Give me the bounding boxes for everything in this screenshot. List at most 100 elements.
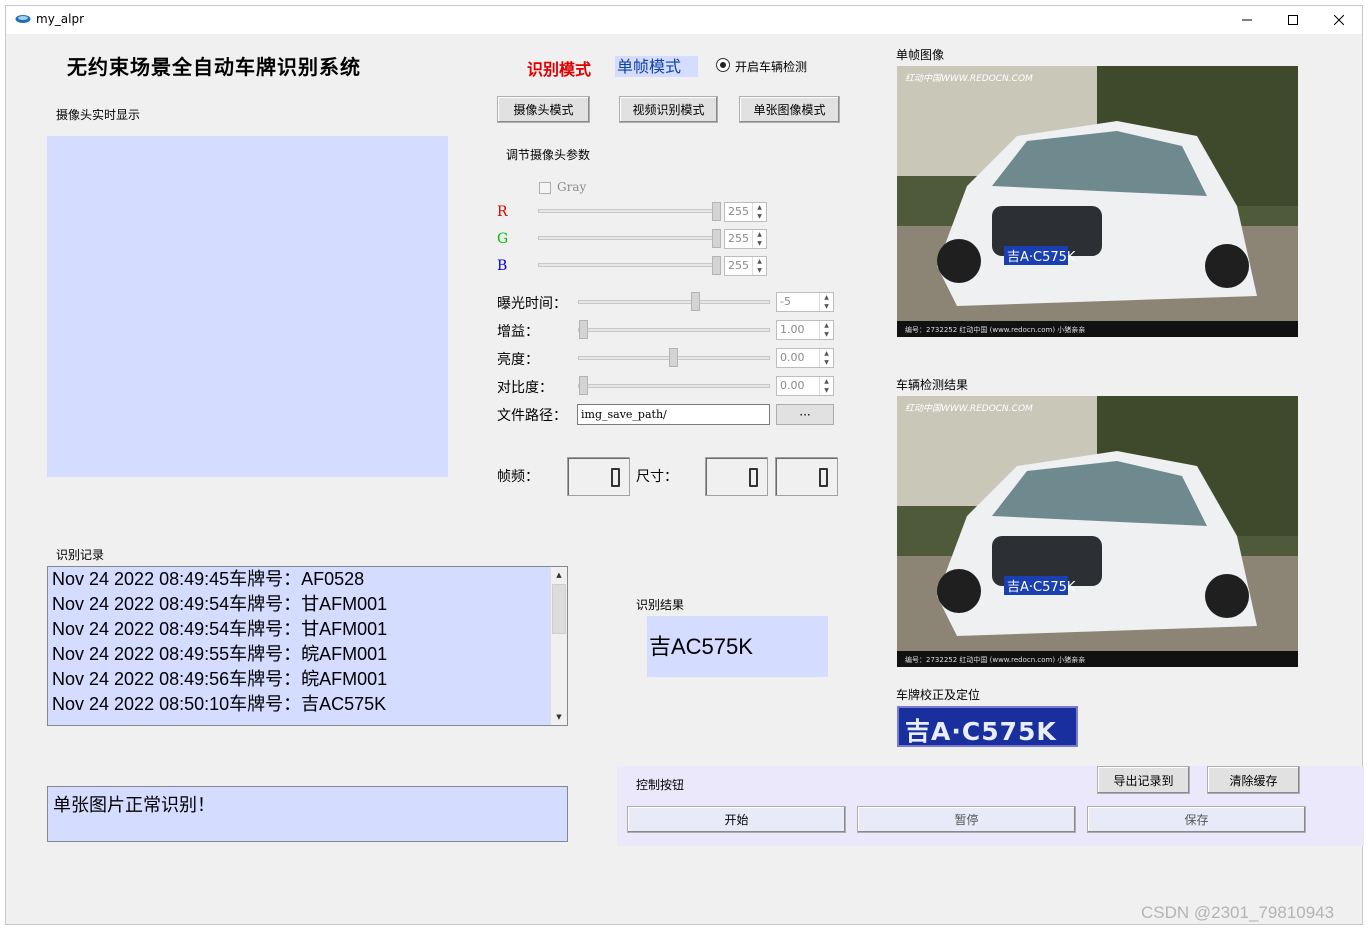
- exposure-slider-handle[interactable]: [691, 292, 700, 311]
- r-slider[interactable]: [538, 209, 718, 213]
- single-image-mode-button[interactable]: 单张图像模式: [739, 96, 840, 123]
- title-bar: my_alpr: [6, 6, 1362, 34]
- minimize-icon: [1242, 19, 1252, 21]
- r-label: R: [497, 204, 508, 220]
- control-label: 控制按钮: [636, 778, 685, 792]
- minimize-button[interactable]: [1224, 6, 1270, 34]
- brightness-label: 亮度：: [497, 352, 539, 368]
- exposure-value: -5: [780, 295, 791, 308]
- scroll-down-icon[interactable]: ▼: [551, 709, 567, 725]
- fps-label: 帧频：: [497, 469, 539, 485]
- system-title: 无约束场景全自动车牌识别系统: [67, 55, 361, 79]
- maximize-icon: [1288, 15, 1298, 25]
- clear-cache-button[interactable]: 清除缓存: [1207, 766, 1300, 794]
- exposure-slider[interactable]: [578, 300, 770, 304]
- close-button[interactable]: [1316, 6, 1362, 34]
- gain-label: 增益：: [497, 324, 539, 340]
- record-line[interactable]: Nov 24 2022 08:49:54车牌号：甘AFM001: [52, 617, 387, 642]
- app-icon: [15, 15, 31, 23]
- status-text: 单张图片正常识别！: [47, 786, 568, 842]
- b-value: 255: [728, 259, 749, 272]
- plate-text: 吉A·C575K: [905, 717, 1057, 746]
- camera-mode-button[interactable]: 摄像头模式: [497, 96, 590, 123]
- window-title: my_alpr: [36, 12, 85, 26]
- detect-image-label: 车辆检测结果: [896, 378, 969, 392]
- gain-spinbox[interactable]: 1.00 ▲ ▼: [776, 320, 834, 340]
- car-photo-icon: 吉A·C575K 红动中国WWW.REDOCN.COM 编号：2732252 红…: [897, 66, 1298, 337]
- record-line[interactable]: Nov 24 2022 08:49:55车牌号：皖AFM001: [52, 642, 387, 667]
- frame-image: 吉A·C575K 红动中国WWW.REDOCN.COM 编号：2732252 红…: [897, 66, 1298, 337]
- brightness-slider-handle[interactable]: [669, 348, 678, 367]
- fps-digit: [611, 468, 620, 487]
- g-slider-handle[interactable]: [712, 229, 721, 248]
- spin-arrows-icon[interactable]: ▲ ▼: [752, 257, 766, 275]
- b-spinbox[interactable]: 255 ▲ ▼: [724, 256, 767, 276]
- browse-button[interactable]: ···: [776, 404, 834, 425]
- video-mode-button[interactable]: 视频识别模式: [619, 96, 718, 123]
- exposure-spinbox[interactable]: -5 ▲ ▼: [776, 292, 834, 312]
- gain-value: 1.00: [780, 323, 805, 336]
- app-window: my_alpr 无约束场景全自动车牌识别系统 识别模式 单帧模式 开启车辆检测 …: [5, 5, 1364, 925]
- svg-text:红动中国WWW.REDOCN.COM: 红动中国WWW.REDOCN.COM: [905, 73, 1033, 84]
- records-scrollbar[interactable]: ▲ ▼: [550, 567, 567, 725]
- r-value: 255: [728, 205, 749, 218]
- gain-slider[interactable]: [578, 328, 770, 332]
- size-height-digit: [819, 468, 828, 487]
- svg-text:编号：2732252 红动中国 (www.redocn.: 编号：2732252 红动中国 (www.redocn.com) 小猪亲亲: [905, 655, 1085, 664]
- g-spinbox[interactable]: 255 ▲ ▼: [724, 229, 767, 249]
- spin-arrows-icon[interactable]: ▲ ▼: [752, 203, 766, 221]
- maximize-button[interactable]: [1270, 6, 1316, 34]
- r-slider-handle[interactable]: [712, 202, 721, 221]
- exposure-label: 曝光时间：: [497, 296, 567, 312]
- record-line[interactable]: Nov 24 2022 08:49:56车牌号：皖AFM001: [52, 667, 387, 692]
- g-value: 255: [728, 232, 749, 245]
- brightness-spinbox[interactable]: 0.00 ▲ ▼: [776, 348, 834, 368]
- spin-arrows-icon[interactable]: ▲ ▼: [819, 377, 833, 395]
- svg-text:吉A·C575K: 吉A·C575K: [1007, 580, 1076, 595]
- start-button[interactable]: 开始: [627, 806, 846, 833]
- spin-arrows-icon[interactable]: ▲ ▼: [819, 293, 833, 311]
- g-label: G: [497, 231, 509, 247]
- record-line[interactable]: Nov 24 2022 08:50:10车牌号：吉AC575K: [52, 692, 387, 717]
- contrast-label: 对比度：: [497, 380, 553, 396]
- fps-lcd: [567, 457, 630, 496]
- size-width-digit: [749, 468, 758, 487]
- records-label: 识别记录: [56, 548, 105, 562]
- svg-text:吉A·C575K: 吉A·C575K: [1007, 250, 1076, 265]
- detect-image: 吉A·C575K 红动中国WWW.REDOCN.COM 编号：2732252 红…: [897, 396, 1298, 667]
- filepath-label: 文件路径：: [497, 408, 567, 424]
- record-line[interactable]: Nov 24 2022 08:49:54车牌号：甘AFM001: [52, 592, 387, 617]
- gray-checkbox[interactable]: [539, 182, 551, 194]
- camera-view: [47, 136, 448, 477]
- close-icon: [1334, 15, 1344, 25]
- g-slider[interactable]: [538, 236, 718, 240]
- contrast-value: 0.00: [780, 379, 805, 392]
- export-records-button[interactable]: 导出记录到: [1097, 766, 1190, 794]
- gain-slider-handle[interactable]: [579, 320, 588, 339]
- camera-label: 摄像头实时显示: [56, 108, 141, 122]
- record-line[interactable]: Nov 24 2022 08:49:45车牌号：AF0528: [52, 567, 387, 592]
- plate-image-label: 车牌校正及定位: [896, 688, 981, 702]
- radio-dot-icon: [720, 62, 726, 68]
- csdn-watermark: CSDN @2301_79810943: [1141, 903, 1335, 922]
- gray-label: Gray: [557, 180, 587, 194]
- b-slider[interactable]: [538, 263, 718, 267]
- scroll-thumb[interactable]: [552, 584, 566, 634]
- vehicle-detect-radio[interactable]: [716, 58, 730, 72]
- frame-image-label: 单帧图像: [896, 48, 945, 62]
- spin-arrows-icon[interactable]: ▲ ▼: [752, 230, 766, 248]
- b-slider-handle[interactable]: [712, 256, 721, 275]
- pause-button[interactable]: 暂停: [857, 806, 1076, 833]
- spin-arrows-icon[interactable]: ▲ ▼: [819, 349, 833, 367]
- filepath-input[interactable]: img_save_path/: [577, 404, 770, 425]
- contrast-slider[interactable]: [578, 384, 770, 388]
- spin-arrows-icon[interactable]: ▲ ▼: [819, 321, 833, 339]
- contrast-spinbox[interactable]: 0.00 ▲ ▼: [776, 376, 834, 396]
- result-value: 吉AC575K: [647, 616, 828, 677]
- records-list[interactable]: Nov 24 2022 08:49:45车牌号：AF0528 Nov 24 202…: [47, 566, 568, 726]
- contrast-slider-handle[interactable]: [579, 376, 588, 395]
- r-spinbox[interactable]: 255 ▲ ▼: [724, 202, 767, 222]
- vehicle-detect-label: 开启车辆检测: [735, 60, 808, 74]
- save-button[interactable]: 保存: [1087, 806, 1306, 833]
- scroll-up-icon[interactable]: ▲: [551, 567, 567, 583]
